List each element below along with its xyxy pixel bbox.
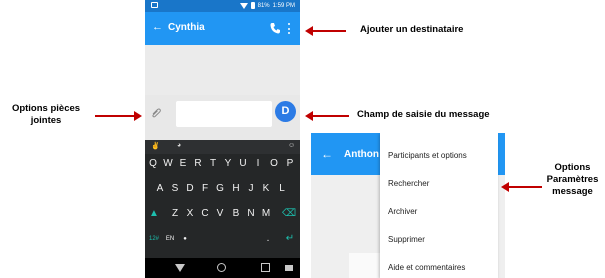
status-time: 1:59 PM — [272, 2, 295, 9]
key[interactable]: N — [244, 206, 258, 222]
symbols-key[interactable]: 12# — [147, 231, 161, 247]
language-key[interactable]: EN — [163, 231, 177, 247]
period-key[interactable]: . — [261, 231, 275, 247]
battery-icon — [250, 2, 255, 9]
key[interactable]: J — [244, 181, 258, 197]
contact-name: Cynthia — [168, 22, 205, 33]
message-composer: D — [145, 95, 300, 135]
key[interactable]: K — [259, 181, 273, 197]
handwriting-icon[interactable]: ✌ — [151, 142, 160, 150]
key[interactable]: C — [198, 206, 212, 222]
keyboard-switch-icon[interactable] — [285, 265, 293, 271]
overflow-menu-icon[interactable] — [288, 23, 291, 34]
key[interactable]: L — [275, 181, 289, 197]
key[interactable]: B — [229, 206, 243, 222]
conversation-app-bar: ← Cynthia — [145, 12, 300, 45]
message-input[interactable] — [176, 101, 288, 127]
key[interactable]: Y — [221, 156, 235, 172]
key[interactable]: V — [213, 206, 227, 222]
key[interactable]: H — [229, 181, 243, 197]
label-attachment-options: Options pièces jointes — [11, 103, 81, 126]
key[interactable]: X — [183, 206, 197, 222]
key[interactable]: Z — [168, 206, 182, 222]
wifi-icon — [239, 2, 248, 9]
menu-item-help[interactable]: Aide et commentaires — [388, 263, 465, 272]
microphone-key-icon[interactable]: ● — [178, 231, 192, 247]
key[interactable]: T — [206, 156, 220, 172]
battery-percent: 81% — [257, 2, 270, 9]
key[interactable]: O — [267, 156, 281, 172]
backspace-key-icon[interactable]: ⌫ — [282, 206, 296, 222]
nav-home-icon[interactable] — [217, 263, 226, 272]
keyboard-toolbar: ✌ ◕ ☺ — [145, 140, 300, 154]
key[interactable]: W — [161, 156, 175, 172]
key[interactable]: Q — [146, 156, 160, 172]
label-add-recipient: Ajouter un destinataire — [360, 24, 464, 35]
menu-item-archive[interactable]: Archiver — [388, 207, 417, 216]
arrow-add-recipient — [305, 26, 346, 36]
phone-screen-conversation: 81% 1:59 PM ← Cynthia D ✌ ◕ ☺ Q W E R T … — [145, 0, 300, 278]
contact-name: Anthon — [344, 149, 379, 160]
key[interactable]: S — [168, 181, 182, 197]
conversation-bubble — [349, 253, 380, 278]
enter-key-icon[interactable]: ↵ — [283, 231, 297, 247]
key[interactable]: P — [283, 156, 297, 172]
label-message-input: Champ de saisie du message — [357, 109, 490, 120]
keyboard-row-2: A S D F G H J K L — [145, 181, 300, 199]
menu-item-participants[interactable]: Participants et options — [388, 151, 467, 160]
key[interactable]: F — [198, 181, 212, 197]
back-arrow-icon[interactable]: ← — [321, 147, 333, 161]
arrow-attachment-options — [95, 111, 142, 121]
nav-back-icon[interactable] — [175, 264, 185, 272]
key[interactable]: I — [251, 156, 265, 172]
keyboard-row-1: Q W E R T Y U I O P — [145, 156, 300, 174]
menu-item-delete[interactable]: Supprimer — [388, 235, 425, 244]
label-message-settings: Options Paramètres message — [546, 162, 599, 197]
space-bar[interactable] — [195, 231, 255, 247]
status-bar: 81% 1:59 PM — [145, 0, 300, 12]
shift-key-icon[interactable]: ▲ — [147, 206, 161, 222]
conversation-area — [145, 45, 300, 95]
keyboard-emoji-icon[interactable]: ☺ — [288, 142, 295, 149]
key[interactable]: U — [236, 156, 250, 172]
globe-icon[interactable]: ◕ — [177, 142, 181, 149]
key[interactable]: R — [191, 156, 205, 172]
phone-screen-menu: ← Anthon Participants et options Recherc… — [311, 133, 505, 278]
paperclip-icon[interactable] — [151, 108, 161, 118]
notification-icon — [151, 2, 158, 8]
send-button[interactable]: D — [275, 101, 296, 122]
soft-keyboard: ✌ ◕ ☺ Q W E R T Y U I O P A S D F G H J … — [145, 140, 300, 278]
navigation-bar — [145, 258, 300, 278]
nav-recents-icon[interactable] — [261, 263, 270, 272]
key[interactable]: D — [183, 181, 197, 197]
back-arrow-icon[interactable]: ← — [152, 21, 163, 33]
arrow-message-settings — [501, 182, 542, 192]
phone-call-icon[interactable] — [270, 22, 280, 34]
key[interactable]: M — [259, 206, 273, 222]
keyboard-row-4: 12# EN ● . ↵ — [145, 231, 300, 249]
key[interactable]: G — [213, 181, 227, 197]
key[interactable]: A — [153, 181, 167, 197]
overflow-menu: Participants et options Rechercher Archi… — [380, 133, 498, 278]
keyboard-row-3: ▲ Z X C V B N M ⌫ — [145, 206, 300, 224]
menu-item-search[interactable]: Rechercher — [388, 179, 429, 188]
key[interactable]: E — [176, 156, 190, 172]
arrow-message-input — [305, 111, 349, 121]
